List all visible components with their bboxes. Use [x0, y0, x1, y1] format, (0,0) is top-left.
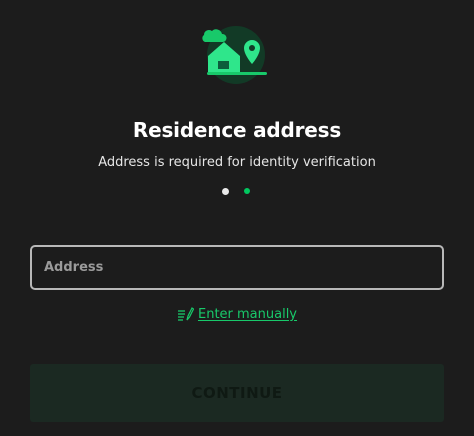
page-subtitle: Address is required for identity verific…: [98, 155, 376, 170]
step-dot-2: [244, 188, 250, 194]
continue-button[interactable]: CONTINUE: [30, 364, 444, 422]
address-input[interactable]: [30, 245, 444, 290]
house-location-illustration: [202, 26, 267, 84]
residence-address-page: Residence address Address is required fo…: [0, 0, 474, 436]
page-title: Residence address: [132, 118, 342, 142]
enter-manually-label: Enter manually: [197, 306, 298, 322]
step-dot-1: [222, 187, 229, 195]
pencil-notes-icon: [177, 307, 194, 321]
enter-manually-link[interactable]: Enter manually: [0, 306, 474, 322]
step-indicator: [222, 187, 250, 195]
